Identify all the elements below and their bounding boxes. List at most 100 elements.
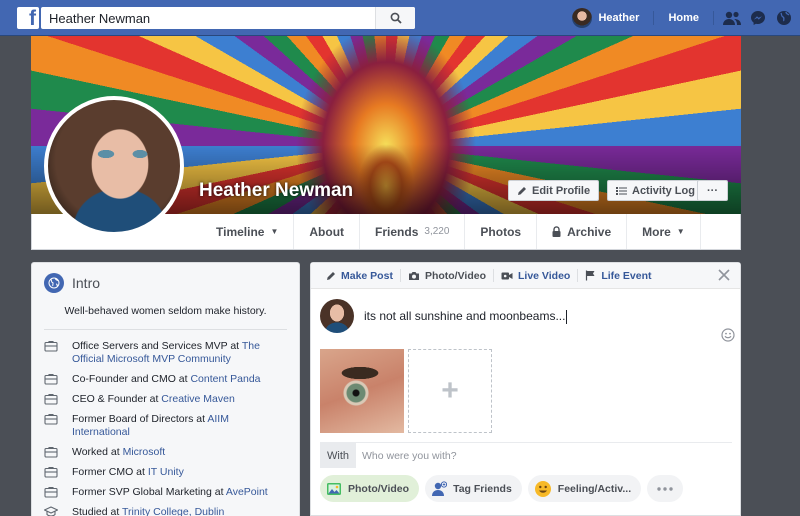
with-label: With — [320, 443, 356, 468]
briefcase-icon — [44, 466, 58, 479]
caret-down-icon: ▼ — [676, 227, 685, 236]
globe-icon — [44, 273, 64, 293]
user-avatar[interactable] — [572, 8, 593, 28]
intro-item: Former SVP Global Marketing at AvePoint — [44, 486, 287, 499]
briefcase-icon — [44, 413, 58, 439]
attached-photo[interactable] — [320, 349, 404, 433]
intro-item: Former Board of Directors at AIIM Intern… — [44, 413, 287, 439]
intro-item-link[interactable]: AvePoint — [226, 486, 268, 498]
search-icon — [390, 12, 402, 24]
tab-life-event-label: Life Event — [601, 269, 652, 282]
search-input[interactable] — [41, 7, 375, 29]
intro-item-text: Former CMO at — [72, 466, 148, 478]
intro-item: Studied at Trinity College, Dublin — [44, 506, 287, 516]
tab-about-label: About — [309, 224, 345, 239]
text-cursor — [566, 309, 568, 324]
list-icon — [616, 186, 627, 196]
intro-item-text: Studied at — [72, 506, 123, 516]
tab-live-video-label: Live Video — [518, 269, 571, 282]
tab-about[interactable]: About — [294, 214, 361, 249]
feeling-activity-button[interactable]: Feeling/Activ... — [527, 475, 642, 502]
feeling-activity-label: Feeling/Activ... — [557, 482, 632, 495]
friends-icon — [723, 11, 741, 25]
tab-photos[interactable]: Photos — [465, 214, 538, 249]
intro-header: Intro — [44, 273, 287, 293]
tab-more[interactable]: More ▼ — [627, 214, 701, 249]
friends-count: 3,220 — [424, 226, 450, 237]
with-row: With — [320, 442, 732, 468]
with-input[interactable] — [356, 443, 732, 468]
intro-item-link[interactable]: Trinity College, Dublin — [122, 506, 224, 516]
camera-icon — [408, 271, 420, 281]
tag-friends-label: Tag Friends — [453, 482, 512, 495]
tab-make-post-label: Make Post — [341, 269, 393, 282]
briefcase-icon — [44, 446, 58, 459]
facebook-logo-icon[interactable]: f — [17, 7, 39, 29]
friend-requests-button[interactable] — [720, 0, 744, 36]
tag-friends-button[interactable]: Tag Friends — [425, 475, 522, 502]
intro-item-text: Co-Founder and CMO at — [72, 373, 191, 385]
photo-icon — [326, 481, 342, 497]
messenger-icon — [751, 11, 765, 25]
search-button[interactable] — [375, 7, 415, 29]
graduation-cap-icon — [44, 506, 58, 516]
intro-item: CEO & Founder at Creative Maven — [44, 393, 287, 406]
flag-icon — [585, 270, 596, 281]
photo-video-button[interactable]: Photo/Video — [320, 475, 420, 502]
intro-item: Co-Founder and CMO at Content Panda — [44, 373, 287, 386]
profile-picture[interactable] — [44, 96, 184, 236]
intro-item-link[interactable]: Microsoft — [123, 446, 166, 458]
more-actions-button[interactable] — [647, 475, 684, 502]
composer-avatar — [320, 299, 354, 333]
edit-profile-label: Edit Profile — [532, 184, 591, 197]
home-link[interactable]: Home — [658, 12, 709, 24]
caret-down-icon: ▼ — [270, 227, 279, 236]
more-options-button[interactable]: ··· — [697, 180, 728, 201]
notifications-button[interactable] — [772, 0, 796, 36]
intro-item: Office Servers and Services MVP at The O… — [44, 340, 287, 366]
tab-friends[interactable]: Friends 3,220 — [360, 214, 466, 249]
close-button[interactable] — [718, 269, 732, 283]
briefcase-icon — [44, 373, 58, 386]
edit-profile-button[interactable]: Edit Profile — [508, 180, 600, 201]
tab-photo-video[interactable]: Photo/Video — [401, 263, 493, 289]
intro-item-link[interactable]: Creative Maven — [161, 393, 235, 405]
intro-item-text: Former SVP Global Marketing at — [72, 486, 226, 498]
status-input[interactable]: its not all sunshine and moonbeams... — [364, 309, 568, 324]
globe-icon — [777, 11, 791, 25]
tab-live-video[interactable]: Live Video — [494, 263, 577, 289]
intro-item-link[interactable]: IT Unity — [148, 466, 184, 478]
intro-panel: Intro Well-behaved women seldom make his… — [31, 262, 300, 516]
more-dots-icon — [657, 486, 673, 491]
intro-item-text: CEO & Founder at — [72, 393, 162, 405]
top-bar: f Heather Home — [0, 0, 800, 36]
status-text: its not all sunshine and moonbeams... — [364, 309, 566, 323]
activity-log-label: Activity Log — [632, 184, 695, 197]
briefcase-icon — [44, 393, 58, 406]
tab-friends-label: Friends — [375, 224, 419, 239]
tab-life-event[interactable]: Life Event — [578, 263, 658, 289]
intro-item-text: Worked at — [72, 446, 123, 458]
tab-timeline[interactable]: Timeline ▼ — [201, 214, 295, 249]
profile-name[interactable]: Heather Newman — [199, 180, 353, 202]
intro-item: Former CMO at IT Unity — [44, 466, 287, 479]
post-composer: Make Post Photo/Video Live Video Life Ev… — [310, 262, 741, 516]
profile-link[interactable]: Heather — [598, 12, 649, 24]
emoji-button[interactable] — [721, 328, 735, 342]
video-camera-icon — [501, 271, 513, 281]
tab-make-post[interactable]: Make Post — [319, 263, 400, 289]
add-photo-button[interactable]: + — [408, 349, 492, 433]
intro-title: Intro — [72, 275, 101, 291]
divider — [713, 11, 714, 25]
composer-actions: Photo/Video Tag Friends Feeling/Activ... — [320, 475, 689, 502]
messenger-button[interactable] — [746, 0, 770, 36]
tab-archive[interactable]: Archive — [537, 214, 628, 249]
tab-photos-label: Photos — [480, 224, 522, 239]
intro-item-link[interactable]: Content Panda — [190, 373, 260, 385]
briefcase-icon — [44, 486, 58, 499]
intro-item-text: Former Board of Directors at — [72, 413, 208, 425]
tab-more-label: More — [642, 224, 671, 239]
tag-friends-icon — [431, 480, 448, 497]
activity-log-button[interactable]: Activity Log — [607, 180, 704, 201]
divider — [44, 329, 287, 330]
